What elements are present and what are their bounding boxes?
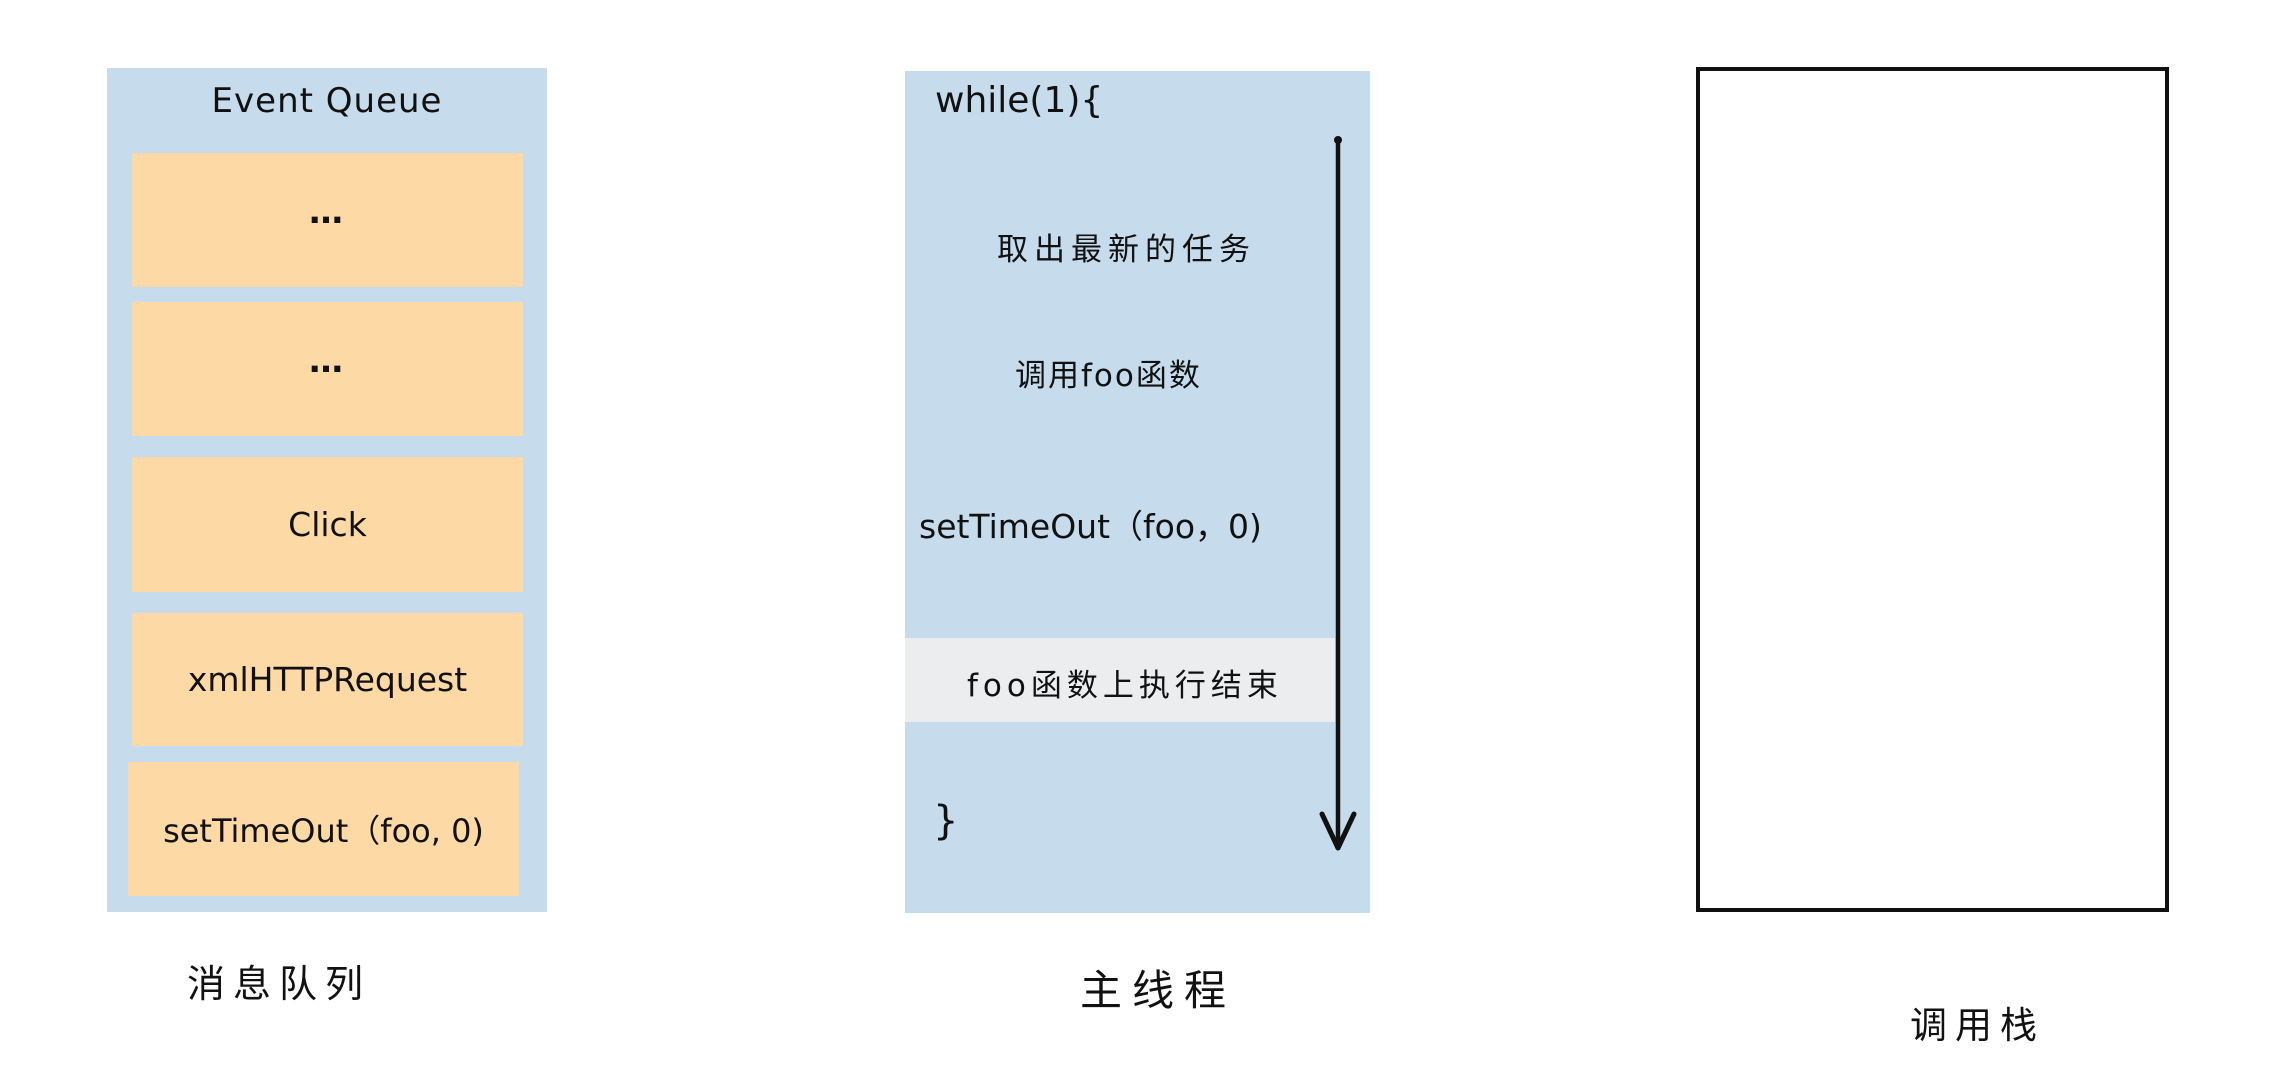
queue-item-click: Click bbox=[132, 457, 523, 592]
loop-open-code: while(1){ bbox=[935, 80, 1104, 121]
queue-item-label: setTimeOut（foo, 0) bbox=[163, 812, 484, 850]
queue-item-label: Click bbox=[288, 505, 367, 544]
queue-item-label: … bbox=[309, 192, 346, 232]
loop-close-code: } bbox=[933, 798, 959, 844]
queue-item: … bbox=[132, 302, 523, 436]
queue-item: … bbox=[132, 153, 523, 287]
queue-item-xmlhttprequest: xmlHTTPRequest bbox=[132, 613, 523, 746]
event-queue-caption: 消息队列 bbox=[187, 962, 372, 1006]
main-thread-caption: 主线程 bbox=[1080, 966, 1237, 1015]
down-arrow-icon bbox=[1319, 136, 1357, 851]
thread-step: setTimeOut（foo，0) bbox=[919, 507, 1262, 546]
thread-step: 调用foo函数 bbox=[1015, 358, 1202, 394]
queue-item-label: xmlHTTPRequest bbox=[187, 660, 468, 699]
queue-item-label: … bbox=[309, 341, 346, 381]
thread-step: 取出最新的任务 bbox=[997, 232, 1256, 268]
thread-step-current: foo函数上执行结束 bbox=[967, 668, 1283, 704]
call-stack-box bbox=[1696, 67, 2169, 912]
event-queue-title: Event Queue bbox=[211, 81, 443, 121]
queue-item-settimeout: setTimeOut（foo, 0) bbox=[128, 762, 519, 896]
call-stack-caption: 调用栈 bbox=[1910, 1004, 2045, 1047]
main-thread-panel bbox=[905, 71, 1370, 913]
